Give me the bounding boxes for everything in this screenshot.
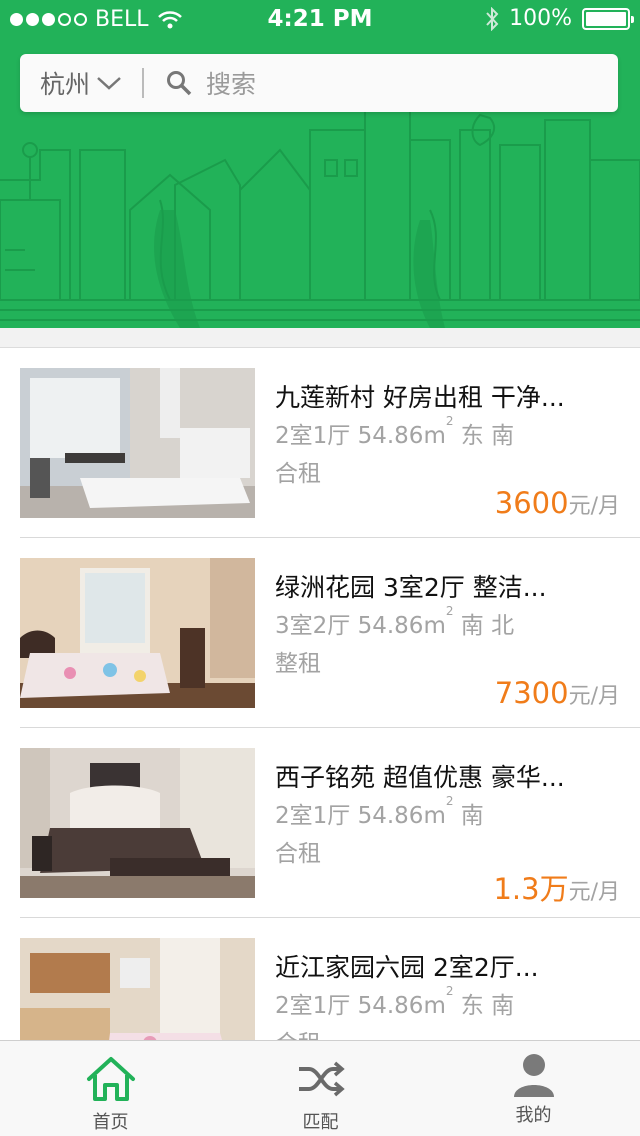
price-unit: 元/月 <box>568 684 620 709</box>
tab-profile-label: 我的 <box>515 1105 552 1126</box>
listing-layout: 2室1厅 <box>275 993 351 1019</box>
listing-layout: 2室1厅 <box>275 423 351 449</box>
listing-rent-type: 整租 <box>275 651 321 677</box>
area-unit-superscript: 2 <box>445 604 454 618</box>
listing-item[interactable]: 近江家园六园 2室2厅... 2室1厅 54.86m2 东 南 合租 <box>0 918 640 1040</box>
listing-info: 2室1厅 54.86m2 东 南 <box>275 984 515 1020</box>
listing-item[interactable]: 西子铭苑 超值优惠 豪华... 2室1厅 54.86m2 南 合租 1.3万元/… <box>0 728 640 918</box>
listing-orientation: 南 北 <box>460 613 515 639</box>
listing-photo <box>20 368 255 518</box>
search-input[interactable]: 搜索 <box>206 65 256 101</box>
search-bar[interactable]: 杭州 搜索 <box>20 54 618 112</box>
listing-area: 54.86m <box>357 803 446 829</box>
listing-orientation: 南 <box>460 803 484 829</box>
price-unit: 元/月 <box>568 494 620 519</box>
listing-price: 3600元/月 <box>495 486 620 520</box>
section-divider <box>0 328 640 348</box>
listing-rent-type: 合租 <box>275 841 321 867</box>
battery-percent: 100% <box>509 6 572 31</box>
bluetooth-icon <box>486 6 499 31</box>
listing-title: 九莲新村 好房出租 干净... <box>275 383 565 412</box>
listing-layout: 2室1厅 <box>275 803 351 829</box>
listing-rent-type: 合租 <box>275 461 321 487</box>
listing-area: 54.86m <box>357 993 446 1019</box>
tab-home-label: 首页 <box>92 1112 129 1133</box>
user-icon <box>513 1054 554 1097</box>
tab-bar: 首页 匹配 我的 <box>0 1040 640 1136</box>
tab-match[interactable]: 匹配 <box>214 1041 427 1136</box>
listing-rent-type: 合租 <box>275 1024 321 1040</box>
area-unit-superscript: 2 <box>445 794 454 808</box>
listing-area: 54.86m <box>357 423 446 449</box>
listing-item[interactable]: 绿洲花园 3室2厅 整洁... 3室2厅 54.86m2 南 北 整租 7300… <box>0 538 640 728</box>
price-amount: 3600 <box>494 486 569 520</box>
listing-orientation: 东 南 <box>460 423 515 449</box>
price-amount: 1.3万 <box>493 872 569 906</box>
listing-item[interactable]: 九莲新村 好房出租 干净... 2室1厅 54.86m2 东 南 合租 3600… <box>0 348 640 538</box>
tab-profile[interactable]: 我的 <box>427 1041 640 1136</box>
listing-title: 西子铭苑 超值优惠 豪华... <box>275 763 565 792</box>
area-unit-superscript: 2 <box>445 984 454 998</box>
listing-title: 近江家园六园 2室2厅... <box>275 953 539 982</box>
tab-home[interactable]: 首页 <box>4 1041 217 1136</box>
search-divider <box>142 68 145 98</box>
status-bar: BELL 4:21 PM 100% <box>0 0 640 40</box>
listing-price: 7300元/月 <box>495 676 620 710</box>
listing-photo <box>20 558 255 708</box>
tab-match-label: 匹配 <box>302 1112 339 1133</box>
listing-area: 54.86m <box>357 613 446 639</box>
city-name: 杭州 <box>40 70 91 99</box>
search-icon <box>167 71 192 96</box>
listing-list[interactable]: 九莲新村 好房出租 干净... 2室1厅 54.86m2 东 南 合租 3600… <box>0 348 640 1040</box>
home-icon <box>86 1057 135 1101</box>
chevron-down-icon <box>97 77 121 90</box>
battery-icon <box>582 7 634 30</box>
price-unit: 元/月 <box>568 880 620 905</box>
price-amount: 7300 <box>494 676 569 710</box>
city-selector[interactable]: 杭州 <box>20 65 122 101</box>
listing-info: 3室2厅 54.86m2 南 北 <box>275 604 515 640</box>
listing-orientation: 东 南 <box>460 993 515 1019</box>
area-unit-superscript: 2 <box>445 414 454 428</box>
hero-banner: BELL 4:21 PM 100% 杭州 搜索 <box>0 0 640 328</box>
listing-photo <box>20 938 255 1040</box>
listing-photo <box>20 748 255 898</box>
shuffle-icon <box>298 1061 345 1097</box>
listing-layout: 3室2厅 <box>275 613 351 639</box>
listing-title: 绿洲花园 3室2厅 整洁... <box>275 573 547 602</box>
listing-info: 2室1厅 54.86m2 东 南 <box>275 414 515 450</box>
listing-info: 2室1厅 54.86m2 南 <box>275 794 484 830</box>
status-right: 100% <box>485 6 634 31</box>
city-illustration <box>0 94 640 328</box>
listing-price: 1.3万元/月 <box>493 866 620 908</box>
